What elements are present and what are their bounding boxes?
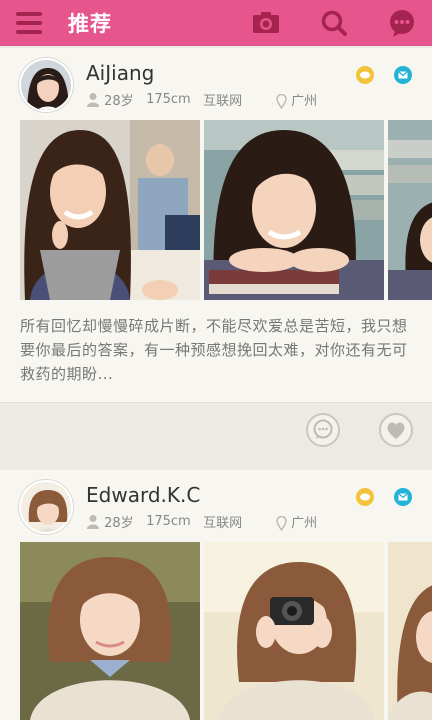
industry-text: 互联网 — [203, 516, 243, 531]
photo[interactable] — [204, 120, 384, 300]
photo[interactable] — [388, 120, 432, 300]
feed-card[interactable]: AiJiang 28岁 175cm 互联网 广州 所有回忆却慢慢碎成片断，不能尽… — [0, 48, 432, 452]
search-icon[interactable] — [318, 7, 350, 39]
page-title: 推荐 — [68, 12, 112, 36]
username[interactable]: AiJiang — [86, 61, 154, 85]
age-text: 28岁 — [104, 94, 134, 109]
location: 广州 — [276, 90, 318, 110]
chat-icon[interactable] — [386, 7, 418, 39]
message-button[interactable] — [306, 413, 340, 447]
photo[interactable] — [20, 542, 200, 720]
photo-strip[interactable] — [0, 542, 432, 720]
location-text: 广州 — [291, 94, 318, 109]
feed-card[interactable]: Edward.K.C 28岁 175cm 互联网 广州 — [0, 470, 432, 720]
industry-text: 互联网 — [203, 94, 243, 109]
age-text: 28岁 — [104, 516, 134, 531]
person-icon — [87, 93, 99, 107]
height-text: 175cm — [146, 92, 191, 107]
height-text: 175cm — [146, 514, 191, 529]
avatar[interactable] — [19, 480, 73, 534]
username[interactable]: Edward.K.C — [86, 483, 200, 507]
location-pin-icon — [276, 515, 287, 532]
avatar[interactable] — [19, 58, 73, 112]
location-pin-icon — [276, 93, 287, 110]
location-text: 广州 — [291, 516, 318, 531]
message-icon — [313, 419, 333, 439]
photo[interactable] — [204, 542, 384, 720]
top-bar: 推荐 — [0, 0, 432, 46]
camera-icon[interactable] — [250, 7, 282, 39]
photo[interactable] — [20, 120, 200, 300]
heart-icon — [387, 422, 405, 439]
profile-description: 所有回忆却慢慢碎成片断，不能尽欢爱总是苦短，我只想要你最后的答案，有一种预感想挽… — [20, 317, 408, 383]
vip-badge-icon — [356, 66, 374, 84]
card-action-bar — [0, 402, 432, 452]
profile-meta: 28岁 175cm 互联网 — [86, 90, 242, 109]
profile-meta: 28岁 175cm 互联网 — [86, 512, 242, 531]
person-icon — [87, 515, 99, 529]
mail-verified-icon — [394, 488, 412, 506]
mail-verified-icon — [394, 66, 412, 84]
vip-badge-icon — [356, 488, 374, 506]
photo[interactable] — [388, 542, 432, 720]
menu-icon[interactable] — [16, 11, 44, 35]
like-button[interactable] — [379, 413, 413, 447]
location: 广州 — [276, 512, 318, 532]
photo-strip[interactable] — [0, 120, 432, 300]
